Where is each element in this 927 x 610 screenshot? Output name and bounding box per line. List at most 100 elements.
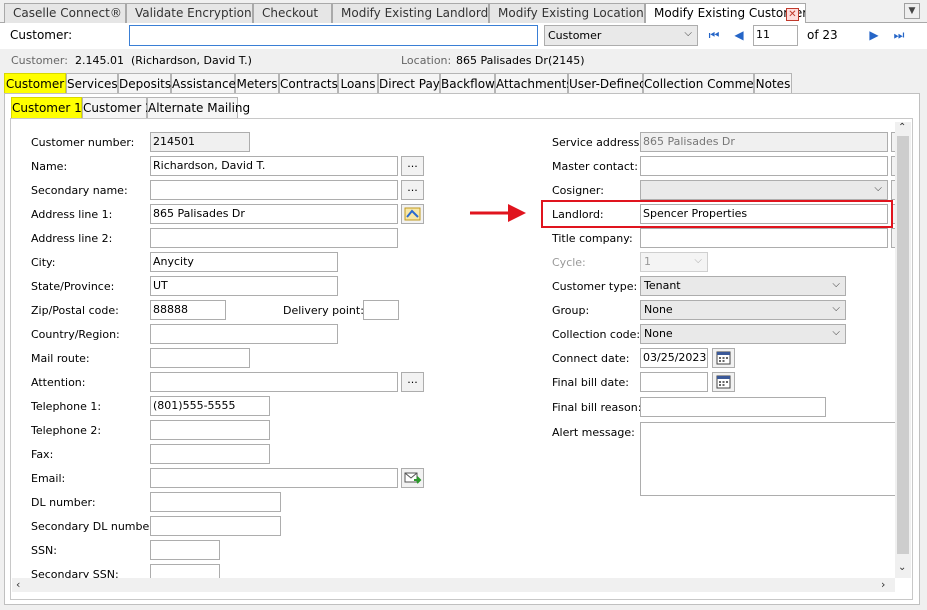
doc-tab-modify-landlords[interactable]: Modify Existing Landlords (332, 3, 489, 23)
tab-loans[interactable]: Loans (338, 73, 378, 93)
address-line-1-label: Address line 1: (31, 208, 113, 221)
doc-tab-caselle-connect[interactable]: Caselle Connect® (4, 3, 126, 23)
last-record-icon[interactable]: ⏭ (892, 28, 906, 42)
address-lookup-icon[interactable] (401, 204, 424, 224)
secondary-name-field[interactable] (150, 180, 398, 200)
tab-customer[interactable]: Customer (4, 73, 66, 93)
cycle-select[interactable]: 1 ⌵ (640, 252, 708, 272)
tab-assistance[interactable]: Assistance (171, 73, 236, 93)
title-company-label: Title company: (552, 232, 633, 245)
search-type-select[interactable]: Customer ⌵ (544, 25, 698, 46)
chevron-down-icon: ⌵ (832, 327, 840, 338)
delivery-point-field[interactable] (363, 300, 399, 320)
secondary-dl-field[interactable] (150, 516, 281, 536)
vertical-scroll-thumb[interactable] (897, 136, 909, 554)
connect-date-calendar-icon[interactable] (712, 348, 735, 368)
doc-tab-modify-locations[interactable]: Modify Existing Locations (489, 3, 645, 23)
group-value: None (644, 303, 673, 316)
tab-backflow[interactable]: Backflow (440, 73, 495, 93)
next-record-icon[interactable]: ▶ (867, 28, 881, 42)
connect-date-label: Connect date: (552, 352, 630, 365)
info-customer-label: Customer: (11, 54, 68, 67)
master-contact-field[interactable] (640, 156, 888, 176)
final-bill-date-field[interactable] (640, 372, 708, 392)
doc-tab-label: Caselle Connect® (13, 6, 122, 20)
address-line-2-field[interactable] (150, 228, 398, 248)
scroll-up-icon[interactable]: ⌃ (898, 122, 906, 133)
alert-message-field[interactable] (640, 422, 900, 496)
cosigner-select[interactable]: ⌵ (640, 180, 888, 200)
attention-field[interactable] (150, 372, 398, 392)
subtab-customer-2[interactable]: Customer 2 (82, 97, 153, 118)
state-field[interactable]: UT (150, 276, 338, 296)
service-address-field[interactable]: 865 Palisades Dr (640, 132, 888, 152)
title-company-field[interactable] (640, 228, 888, 248)
alert-message-label: Alert message: (552, 426, 635, 439)
country-field[interactable] (150, 324, 338, 344)
doc-tab-label: Modify Existing Landlords (341, 6, 489, 20)
connect-date-field[interactable]: 03/25/2023 (640, 348, 708, 368)
send-email-icon[interactable] (401, 468, 424, 488)
attention-lookup-button[interactable]: ... (401, 372, 424, 392)
mail-route-field[interactable] (150, 348, 250, 368)
tab-contracts[interactable]: Contracts (279, 73, 338, 93)
ssn-field[interactable] (150, 540, 220, 560)
name-lookup-button[interactable]: ... (401, 156, 424, 176)
city-label: City: (31, 256, 56, 269)
doc-tab-checkout[interactable]: Checkout (253, 3, 332, 23)
final-bill-reason-field[interactable] (640, 397, 826, 417)
tab-collection-comments[interactable]: Collection Comments (643, 73, 772, 93)
previous-record-icon[interactable]: ◀ (732, 28, 746, 42)
first-record-icon[interactable]: ⏮ (707, 28, 721, 42)
landlord-highlight-box (541, 200, 893, 228)
close-icon[interactable]: ✕ (786, 8, 799, 21)
final-bill-date-calendar-icon[interactable] (712, 372, 735, 392)
fax-field[interactable] (150, 444, 270, 464)
subtab-customer-1[interactable]: Customer 1 (11, 97, 82, 118)
final-bill-reason-label: Final bill reason: (552, 401, 642, 414)
doc-tab-validate-encryption[interactable]: Validate Encryption (126, 3, 253, 23)
zip-label: Zip/Postal code: (31, 304, 119, 317)
tab-notes[interactable]: Notes (754, 73, 792, 93)
horizontal-scrollbar[interactable]: ‹ › (12, 578, 895, 592)
doc-tab-modify-customers[interactable]: Modify Existing Customers ✕ (645, 3, 806, 24)
tab-direct-pay[interactable]: Direct Pay (378, 73, 440, 93)
scroll-down-icon[interactable]: ⌄ (898, 562, 906, 573)
customer-search-input[interactable] (129, 25, 538, 46)
country-label: Country/Region: (31, 328, 120, 341)
chevron-down-icon: ⌵ (832, 303, 840, 314)
dl-number-field[interactable] (150, 492, 281, 512)
secondary-dl-label: Secondary DL number: (31, 520, 158, 533)
document-tab-bar: Caselle Connect® Validate Encryption Che… (0, 0, 927, 24)
city-field[interactable]: Anycity (150, 252, 338, 272)
subtab-alternate-mailing[interactable]: Alternate Mailing (147, 97, 250, 118)
tab-list-dropdown-icon[interactable]: ▼ (904, 3, 920, 19)
address-line-1-field[interactable]: 865 Palisades Dr (150, 204, 398, 224)
customer-search-label: Customer: (10, 28, 73, 42)
customer-number-field[interactable]: 214501 (150, 132, 250, 152)
zip-field[interactable]: 88888 (150, 300, 226, 320)
tab-services[interactable]: Services (66, 73, 118, 93)
tab-meters[interactable]: Meters (235, 73, 279, 93)
tab-user-defined[interactable]: User-Defined (568, 73, 647, 93)
tab-deposits[interactable]: Deposits (118, 73, 171, 93)
chevron-down-icon: ⌵ (874, 183, 882, 194)
telephone-2-label: Telephone 2: (31, 424, 102, 437)
collection-code-select[interactable]: None ⌵ (640, 324, 846, 344)
email-field[interactable] (150, 468, 398, 488)
vertical-scrollbar[interactable]: ⌃ ⌄ (895, 122, 911, 578)
info-customer-name: (Richardson, David T.) (131, 54, 252, 67)
secondary-name-lookup-button[interactable]: ... (401, 180, 424, 200)
record-count: of 23 (807, 28, 838, 42)
dl-number-label: DL number: (31, 496, 96, 509)
info-location-label: Location: (401, 54, 452, 67)
name-field[interactable]: Richardson, David T. (150, 156, 398, 176)
telephone-1-field[interactable]: (801)555-5555 (150, 396, 270, 416)
scroll-right-icon[interactable]: › (881, 578, 885, 591)
scroll-left-icon[interactable]: ‹ (16, 578, 20, 591)
record-number-input[interactable]: 11 (753, 25, 798, 46)
group-select[interactable]: None ⌵ (640, 300, 846, 320)
customer-type-select[interactable]: Tenant ⌵ (640, 276, 846, 296)
telephone-2-field[interactable] (150, 420, 270, 440)
tab-attachments[interactable]: Attachments (495, 73, 573, 93)
